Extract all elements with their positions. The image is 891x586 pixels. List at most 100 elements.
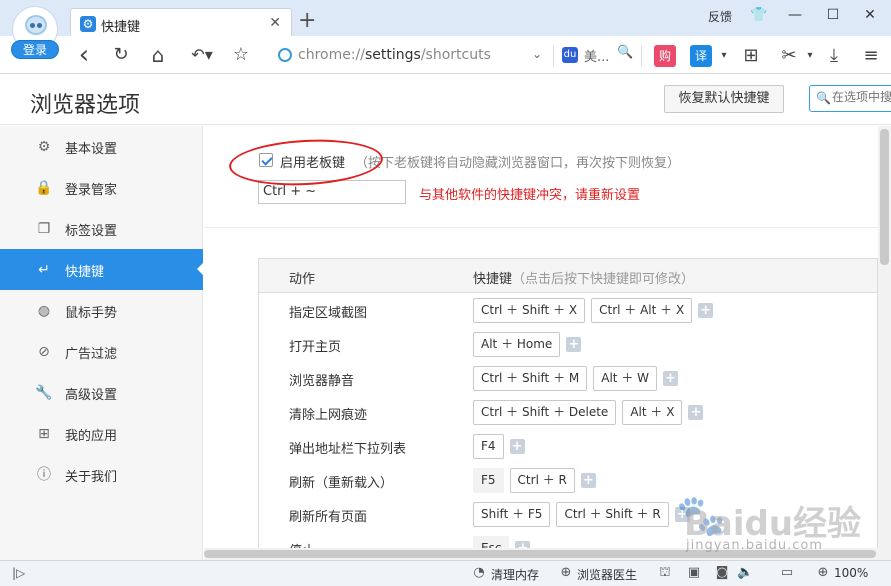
sidebar-item-mouse-gestures[interactable]: ◍ 鼠标手势 <box>0 290 203 331</box>
download-icon[interactable]: ⤓ <box>823 45 845 67</box>
sidebar-item-tabs[interactable]: ❐ 标签设置 <box>0 208 203 249</box>
sidebar-item-label: 我的应用 <box>65 429 118 444</box>
sidebar-item-label: 广告过滤 <box>65 347 118 362</box>
zoom-level[interactable]: 100% <box>834 566 868 580</box>
add-shortcut-icon[interactable]: + <box>663 371 678 386</box>
add-shortcut-icon[interactable]: + <box>515 541 531 548</box>
vertical-scrollbar[interactable] <box>878 126 891 560</box>
restore-default-shortcuts-button[interactable]: 恢复默认快捷键 <box>664 85 784 113</box>
browser-doctor-button[interactable]: 浏览器医生 <box>577 566 637 583</box>
settings-header: 浏览器选项 恢复默认快捷键 🔍 <box>0 75 891 125</box>
add-shortcut-icon[interactable]: + <box>688 405 704 420</box>
sidebar-item-label: 高级设置 <box>65 388 118 403</box>
baidu-logo-icon: du <box>562 47 578 63</box>
browser-doctor-icon: ⊕ <box>560 565 572 580</box>
sidebar-item-login-manager[interactable]: 🔒 登录管家 <box>0 167 203 208</box>
address-bar[interactable]: chrome://settings/shortcuts ⌄ <box>270 43 550 68</box>
translate-icon[interactable]: 译 <box>690 45 712 67</box>
search-engine-label: 美... <box>584 50 610 65</box>
shortcut-keys: Shift ＋ F5 Ctrl ＋ Shift ＋ R + <box>473 502 690 527</box>
shortcut-keys: Ctrl ＋ Shift ＋ M Alt ＋ W + <box>473 366 678 391</box>
maximize-button[interactable]: ☐ <box>819 4 847 26</box>
shopping-icon[interactable]: 购 <box>654 45 676 67</box>
shortcuts-table: 动作 快捷键（点击后按下快捷键即可修改） 指定区域截图 Ctrl ＋ Shift … <box>258 258 878 548</box>
shortcut-key-button[interactable]: Ctrl ＋ Shift ＋ Delete <box>473 400 617 425</box>
feedback-link[interactable]: 反馈 <box>708 8 732 25</box>
volume-icon[interactable]: 🔈 <box>737 565 753 581</box>
screenshot-dropdown-icon[interactable]: ▾ <box>799 45 821 67</box>
add-shortcut-icon[interactable]: + <box>509 439 525 454</box>
horizontal-scrollbar[interactable] <box>204 548 878 560</box>
shortcut-key-button[interactable]: Alt ＋ Home <box>473 332 561 357</box>
shortcut-key-button[interactable]: F4 <box>473 434 504 459</box>
apps-grid-icon[interactable]: ⊞ <box>740 45 762 67</box>
table-row: 刷新所有页面 Shift ＋ F5 Ctrl ＋ Shift ＋ R + <box>259 497 877 531</box>
vertical-scroll-thumb[interactable] <box>880 129 889 265</box>
add-shortcut-icon[interactable]: + <box>580 473 596 488</box>
address-text: chrome://settings/shortcuts <box>298 47 491 63</box>
sidebar-item-ad-filter[interactable]: ⊘ 广告过滤 <box>0 331 203 372</box>
shortcut-key-button[interactable]: Ctrl ＋ Shift ＋ M <box>473 366 588 391</box>
block-icon: ⊘ <box>38 344 50 360</box>
sidebar-item-advanced[interactable]: 🔧 高级设置 <box>0 372 203 413</box>
sidebar-toggle-icon[interactable]: |▷ <box>12 566 25 580</box>
tab-title: 快捷键 <box>101 20 141 35</box>
skin-icon[interactable]: 👕 <box>745 4 773 26</box>
toolbar-divider <box>553 46 554 66</box>
shortcut-key-button[interactable]: Ctrl ＋ Shift ＋ R <box>556 502 669 527</box>
shortcut-key-button[interactable]: Esc <box>473 536 510 548</box>
sidebar-item-my-apps[interactable]: ⊞ 我的应用 <box>0 413 203 454</box>
sidebar-item-shortcuts[interactable]: ↵ 快捷键 <box>0 249 204 290</box>
shortcut-key-button[interactable]: Ctrl ＋ Alt ＋ X <box>591 298 693 323</box>
window-mode-icon[interactable]: ▭ <box>779 565 795 581</box>
search-icon: 🔍 <box>816 91 831 105</box>
translate-dropdown-icon[interactable]: ▾ <box>713 45 735 67</box>
keyboard-icon: ↵ <box>38 262 50 278</box>
search-engine-box[interactable]: du 美... 🔍 <box>560 45 633 65</box>
minimize-button[interactable]: — <box>781 4 809 26</box>
tab-close-icon[interactable]: ✕ <box>269 15 281 31</box>
tab-shortcuts[interactable]: ⚙ 快捷键 ✕ <box>70 8 292 38</box>
add-shortcut-icon[interactable]: + <box>698 303 714 318</box>
shortcut-key-button[interactable]: F5 <box>473 468 504 493</box>
table-row: 打开主页 Alt ＋ Home + <box>259 327 877 361</box>
clean-memory-button[interactable]: 清理内存 <box>491 566 539 583</box>
camera-icon[interactable]: ◙ <box>714 565 730 581</box>
user-avatar[interactable]: 登录 <box>8 6 62 60</box>
zoom-icon[interactable]: ⊕ <box>815 565 831 581</box>
horizontal-scroll-thumb[interactable] <box>204 550 876 558</box>
mascot-icon <box>25 15 47 35</box>
shortcut-key-button[interactable]: Alt ＋ W <box>593 366 657 391</box>
mouse-icon: ◍ <box>37 303 51 319</box>
conflict-warning: 与其他软件的快捷键冲突，请重新设置 <box>419 188 641 203</box>
shortcut-key-button[interactable]: Shift ＋ F5 <box>473 502 551 527</box>
add-shortcut-icon[interactable]: + <box>674 507 690 522</box>
page-title: 浏览器选项 <box>30 93 141 118</box>
bookmark-star-icon[interactable]: ☆ <box>228 42 254 68</box>
shortcut-action: 刷新（重新载入） <box>289 476 394 491</box>
info-icon: ⓘ <box>37 467 51 483</box>
login-button[interactable]: 登录 <box>11 40 59 59</box>
close-window-button[interactable]: ✕ <box>856 4 884 26</box>
undo-close-tab-button[interactable]: ↶▾ <box>185 42 219 68</box>
new-tab-button[interactable]: + <box>298 10 316 32</box>
back-button[interactable]: ‹ <box>71 42 97 68</box>
gamepad-icon[interactable]: ▣ <box>686 565 702 581</box>
refresh-button[interactable]: ↻ <box>108 42 134 68</box>
screenshot-scissors-icon[interactable]: ✂ <box>778 45 800 67</box>
search-icon[interactable]: 🔍 <box>617 45 633 60</box>
address-dropdown-icon[interactable]: ⌄ <box>532 47 542 61</box>
shortcut-key-button[interactable]: Ctrl ＋ R <box>509 468 575 493</box>
accelerator-icon[interactable]: ⛫ <box>657 565 673 581</box>
add-shortcut-icon[interactable]: + <box>566 337 582 352</box>
toolbar-divider <box>641 46 642 66</box>
settings-search-box[interactable]: 🔍 <box>809 85 891 112</box>
sidebar-item-about[interactable]: ⓘ 关于我们 <box>0 454 203 495</box>
shortcut-key-button[interactable]: Ctrl ＋ Shift ＋ X <box>473 298 586 323</box>
settings-search-input[interactable] <box>832 90 891 104</box>
table-row: 停止 Esc + <box>259 531 877 548</box>
menu-icon[interactable]: ≡ <box>860 45 882 67</box>
shortcut-key-button[interactable]: Alt ＋ X <box>622 400 683 425</box>
sidebar-item-basic[interactable]: ⚙ 基本设置 <box>0 126 203 167</box>
home-button[interactable]: ⌂ <box>145 42 171 68</box>
